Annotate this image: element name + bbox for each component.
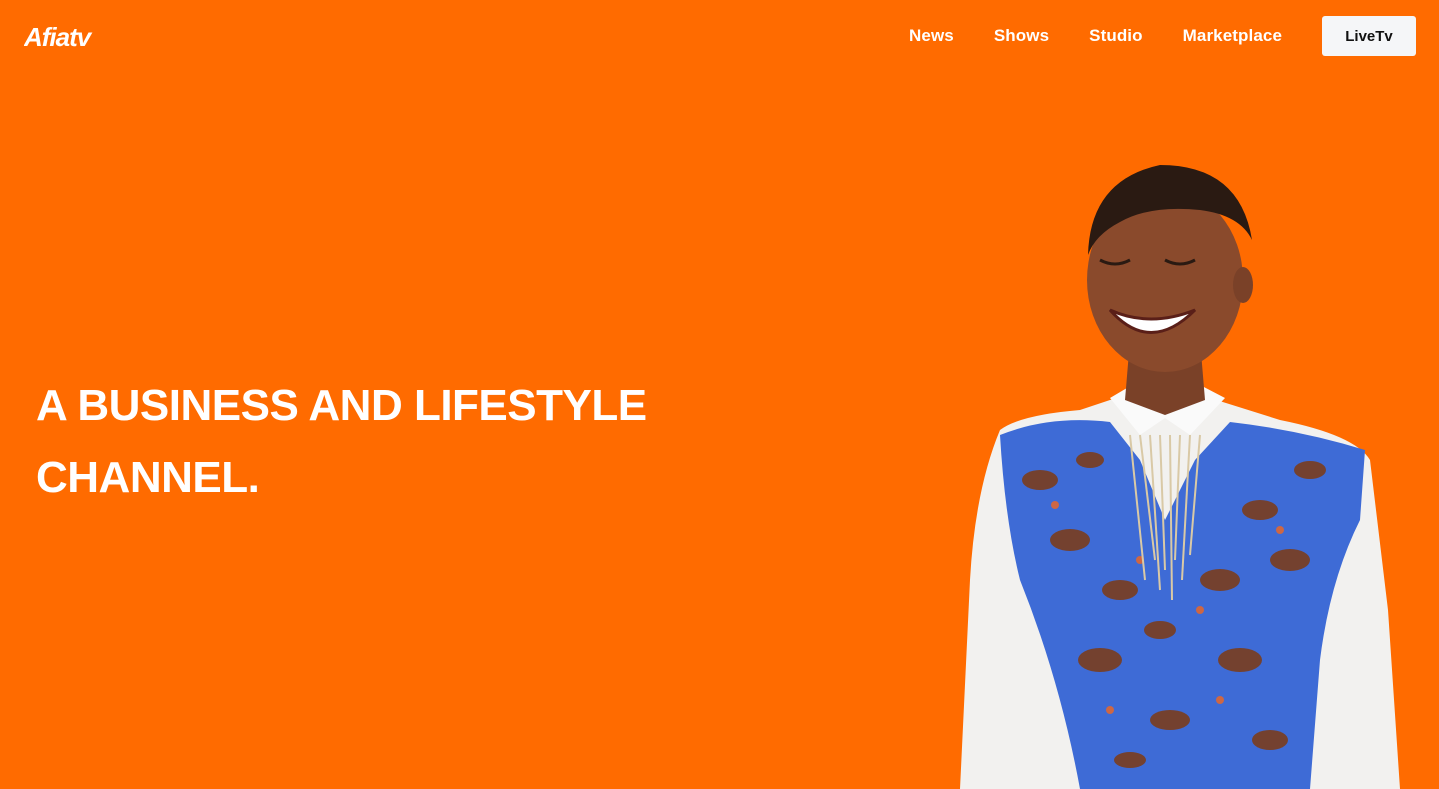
nav-link-shows[interactable]: Shows xyxy=(994,26,1049,46)
afiatv-logo-wordmark: Afiatv xyxy=(24,22,93,52)
hero-title-line-1: A BUSINESS AND LIFESTYLE xyxy=(36,381,647,430)
main-nav: News Shows Studio Marketplace LiveTv xyxy=(909,16,1416,56)
livetv-button[interactable]: LiveTv xyxy=(1322,16,1416,56)
hero-woman-image xyxy=(960,165,1400,789)
nav-link-marketplace[interactable]: Marketplace xyxy=(1183,26,1282,46)
nav-link-studio[interactable]: Studio xyxy=(1089,26,1142,46)
hero-title: A BUSINESS AND LIFESTYLE CHANNEL. xyxy=(36,370,736,514)
nav-link-news[interactable]: News xyxy=(909,26,954,46)
hero-ear xyxy=(1233,267,1253,303)
afiatv-logo[interactable]: Afiatv xyxy=(24,20,126,54)
hero-title-line-2: CHANNEL. xyxy=(36,453,260,502)
